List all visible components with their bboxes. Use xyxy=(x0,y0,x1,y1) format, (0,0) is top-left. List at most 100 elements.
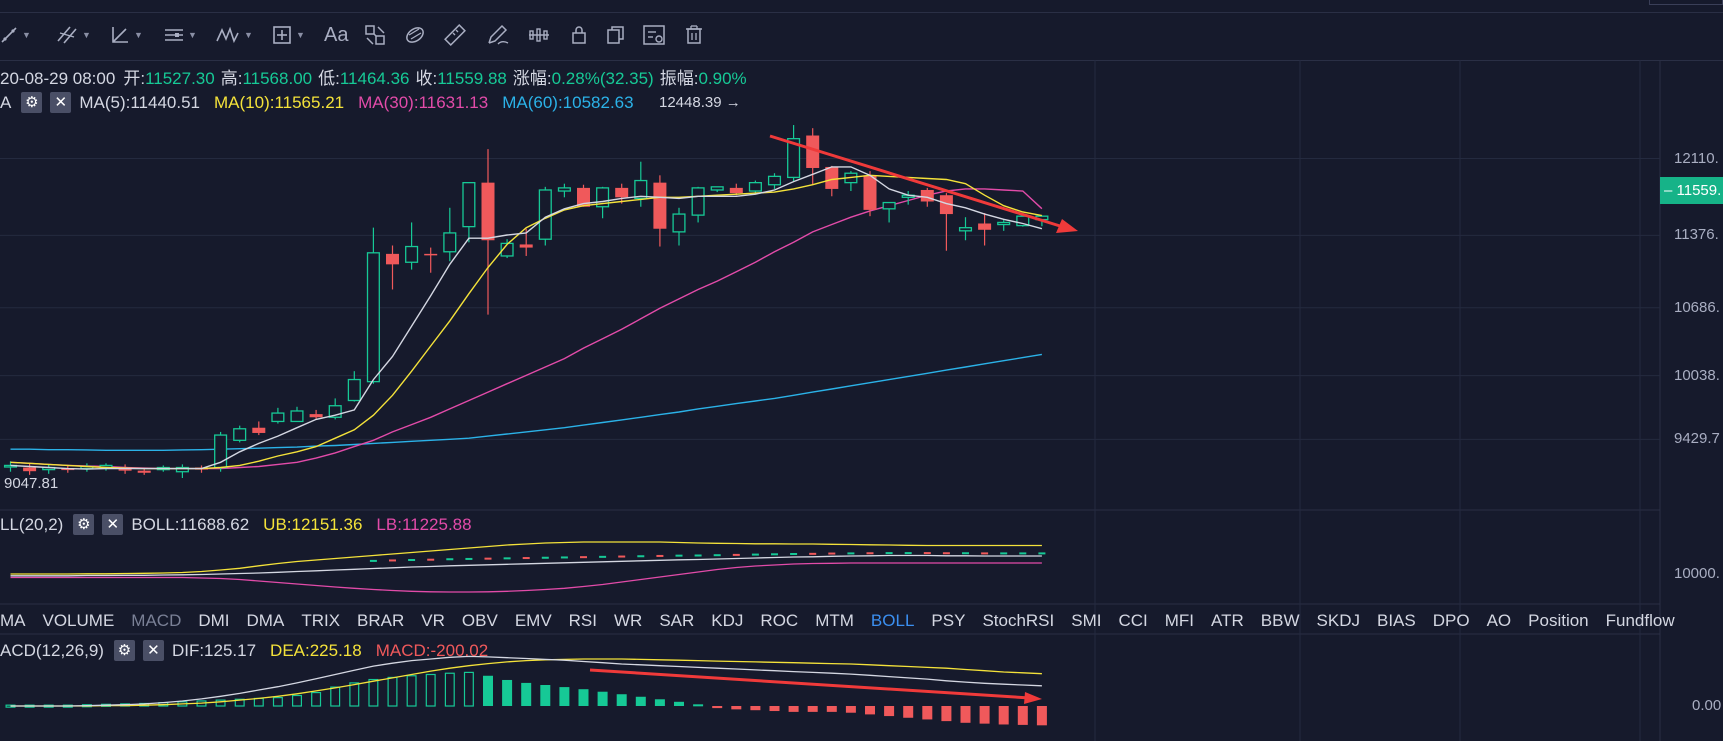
macd-histogram-bar xyxy=(521,682,532,706)
tab-dma[interactable]: DMA xyxy=(247,611,285,631)
macd-histogram-bar xyxy=(1036,706,1047,726)
tab-mfi[interactable]: MFI xyxy=(1165,611,1194,631)
tab-emv[interactable]: EMV xyxy=(515,611,552,631)
close-label: 收: xyxy=(415,69,438,88)
tab-ma[interactable]: MA xyxy=(0,611,26,631)
amplitude-label: 振幅: xyxy=(659,69,699,88)
tab-brar[interactable]: BRAR xyxy=(357,611,404,631)
candle-body xyxy=(366,252,380,383)
boll-mid-legend: BOLL:11688.62 xyxy=(131,514,250,534)
macd-histogram-bar xyxy=(406,675,417,707)
tab-position[interactable]: Position xyxy=(1528,611,1588,631)
boll-lower-band xyxy=(10,562,1042,593)
candle-body xyxy=(997,221,1011,226)
candle xyxy=(767,173,782,189)
boll-candle-tick xyxy=(847,552,855,555)
macd-histogram-bar xyxy=(463,671,474,707)
tab-roc[interactable]: ROC xyxy=(760,611,798,631)
tab-kdj[interactable]: KDJ xyxy=(711,611,743,631)
boll-candle-tick xyxy=(771,553,778,556)
boll-candle-tick xyxy=(942,552,950,555)
tab-trix[interactable]: TRIX xyxy=(301,611,340,631)
amplitude-value: 0.90% xyxy=(698,69,747,88)
downtrend-arrow-head-price xyxy=(1056,219,1078,233)
ma-settings-gear-icon[interactable]: ⚙ xyxy=(21,92,43,113)
tab-ao[interactable]: AO xyxy=(1487,611,1512,631)
candle-body xyxy=(538,189,552,240)
boll-candle-tick xyxy=(503,557,511,560)
tab-sar[interactable]: SAR xyxy=(659,611,694,631)
tab-smi[interactable]: SMI xyxy=(1071,611,1101,631)
boll-candle-tick xyxy=(599,555,607,558)
ma-close-icon[interactable]: ✕ xyxy=(50,92,72,113)
candle xyxy=(844,171,858,192)
candle xyxy=(901,191,915,205)
tab-skdj[interactable]: SKDJ xyxy=(1317,611,1360,631)
high-label: 高: xyxy=(220,69,243,88)
candle xyxy=(271,407,285,424)
candle xyxy=(978,213,992,246)
macd-close-icon[interactable]: ✕ xyxy=(142,640,164,661)
macd-histogram-bar xyxy=(597,691,608,706)
candle-body xyxy=(748,181,762,192)
candle-body xyxy=(233,428,247,441)
price-axis-tick-label: 12110. xyxy=(1674,149,1719,167)
tab-bbw[interactable]: BBW xyxy=(1261,611,1300,631)
boll-candle-tick xyxy=(541,556,549,559)
boll-candle-tick xyxy=(427,558,435,561)
candle-body xyxy=(958,227,973,232)
boll-candle-tick xyxy=(828,552,836,555)
tab-vr[interactable]: VR xyxy=(421,611,445,631)
boll-candle-tick xyxy=(580,556,587,559)
candle xyxy=(443,207,457,262)
macd-histogram-bar xyxy=(845,706,856,713)
candle xyxy=(80,463,94,472)
ma-legend: A ⚙ ✕ MA(5):11440.51 MA(10):11565.21 MA(… xyxy=(0,92,648,113)
tab-boll[interactable]: BOLL xyxy=(871,611,914,631)
macd-histogram-bar xyxy=(750,706,761,711)
tab-bias[interactable]: BIAS xyxy=(1377,611,1416,631)
tab-dpo[interactable]: DPO xyxy=(1433,611,1470,631)
tab-dmi[interactable]: DMI xyxy=(198,611,229,631)
boll-candle-tick xyxy=(408,559,416,561)
boll-candle-tick xyxy=(446,558,454,561)
candle-body xyxy=(882,201,896,210)
macd-histogram-bar xyxy=(444,672,455,707)
candle xyxy=(748,180,762,195)
tab-fundflow[interactable]: Fundflow xyxy=(1606,611,1675,631)
ohlc-date: 20-08-29 08:00 xyxy=(0,69,116,88)
tab-macd[interactable]: MACD xyxy=(131,611,181,631)
boll-candle-tick xyxy=(484,557,492,560)
candle-body xyxy=(481,182,495,241)
boll-axis-label: 10000. xyxy=(1674,565,1720,582)
ma60-line xyxy=(10,353,1043,451)
macd-settings-gear-icon[interactable]: ⚙ xyxy=(113,640,135,661)
boll-ub-legend: UB:12151.36 xyxy=(263,514,363,534)
macd-histogram-bar xyxy=(559,687,570,706)
candle xyxy=(386,245,399,290)
tab-rsi[interactable]: RSI xyxy=(569,611,597,631)
tab-obv[interactable]: OBV xyxy=(462,611,498,631)
candle-body xyxy=(767,175,782,186)
tab-wr[interactable]: WR xyxy=(614,611,642,631)
tab-atr[interactable]: ATR xyxy=(1211,611,1244,631)
candle-body xyxy=(710,186,724,191)
tab-cci[interactable]: CCI xyxy=(1118,611,1147,631)
boll-close-icon[interactable]: ✕ xyxy=(102,514,124,535)
tab-volume[interactable]: VOLUME xyxy=(43,611,115,631)
boll-settings-gear-icon[interactable]: ⚙ xyxy=(73,514,95,535)
candle xyxy=(233,425,247,443)
open-value: 11527.30 xyxy=(145,69,215,88)
low-annotation: 9047.81 xyxy=(4,475,59,492)
boll-candle-tick xyxy=(675,554,683,557)
high-value: 11568.00 xyxy=(242,69,313,88)
macd-histogram-bar xyxy=(922,706,933,720)
tab-psy[interactable]: PSY xyxy=(931,611,965,631)
boll-candle-tick xyxy=(866,552,874,555)
boll-candle-tick xyxy=(923,552,931,555)
macd-axis-label: 0.00 xyxy=(1692,697,1722,714)
current-price-value: 11559. xyxy=(1676,182,1722,199)
tab-mtm[interactable]: MTM xyxy=(815,611,854,631)
macd-histogram-bar xyxy=(712,706,723,709)
tab-stochrsi[interactable]: StochRSI xyxy=(982,611,1054,631)
